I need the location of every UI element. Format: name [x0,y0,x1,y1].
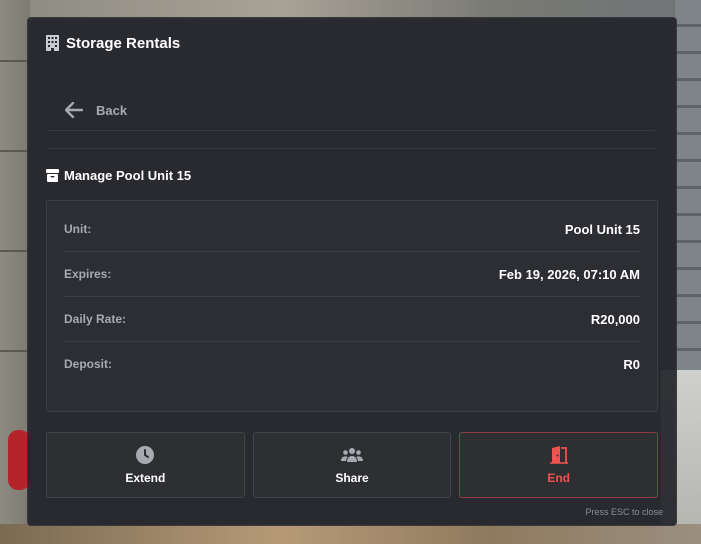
extend-label: Extend [125,470,166,485]
detail-label: Unit: [64,222,92,236]
detail-row-expires: Expires: Feb 19, 2026, 07:10 AM [64,252,640,297]
detail-value: Feb 19, 2026, 07:10 AM [498,266,640,282]
detail-label: Deposit: [64,357,112,371]
unit-details-card: Unit: Pool Unit 15 Expires: Feb 19, 2026… [46,200,658,412]
share-label: Share [335,470,369,485]
door-open-icon [549,445,568,464]
detail-value: R0 [623,356,640,372]
back-button[interactable]: Back [65,99,127,121]
detail-row-daily-rate: Daily Rate: R20,000 [64,297,640,342]
detail-value: R20,000 [590,311,640,327]
detail-row-deposit: Deposit: R0 [64,342,640,386]
building-icon [46,35,59,51]
box-icon [46,168,59,182]
end-label: End [547,470,571,485]
users-icon [341,447,363,462]
extend-button[interactable]: Extend [46,432,245,498]
panel-title: Storage Rentals [66,34,181,52]
action-buttons: Extend Share End [46,432,659,498]
detail-label: Daily Rate: [64,312,127,326]
back-label: Back [96,102,128,118]
divider [47,148,655,149]
esc-hint: Press ESC to close [585,507,663,517]
clock-icon [136,445,155,464]
back-row: Back [47,90,655,131]
detail-value: Pool Unit 15 [564,221,640,237]
panel-header: Storage Rentals [46,33,180,53]
section-title: Manage Pool Unit 15 [64,167,192,183]
share-button[interactable]: Share [252,432,452,498]
detail-label: Expires: [64,267,112,281]
background-floor [0,524,701,544]
section-header: Manage Pool Unit 15 [46,165,191,185]
end-button[interactable]: End [459,432,659,498]
arrow-left-icon [65,102,83,118]
detail-row-unit: Unit: Pool Unit 15 [64,207,640,252]
storage-rentals-panel: Storage Rentals Back Manage Pool Unit 15… [27,17,677,526]
